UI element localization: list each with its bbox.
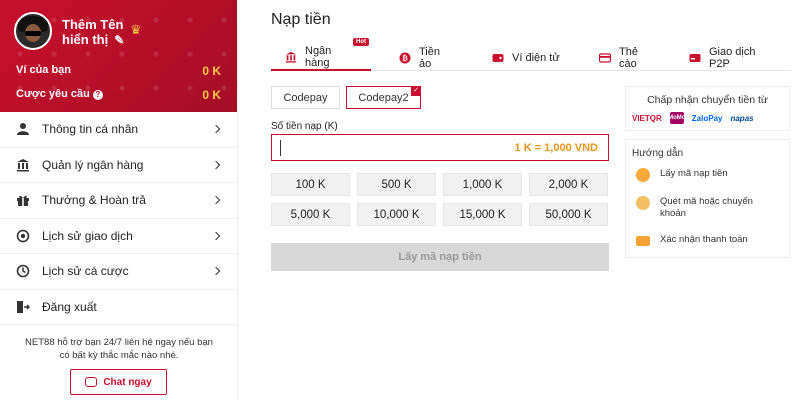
wallet-label: Ví của bạn bbox=[16, 64, 72, 76]
checkmark-icon: ✓ bbox=[411, 86, 421, 96]
accepted-methods-panel: Chấp nhận chuyển tiền từ VIETQR MoMo Zal… bbox=[625, 86, 790, 131]
svg-text:₿: ₿ bbox=[402, 54, 408, 62]
provider-tabs: Codepay Codepay2 ✓ bbox=[271, 86, 421, 109]
sidebar-item-logout[interactable]: Đăng xuất bbox=[0, 290, 237, 325]
zalopay-logo: ZaloPay bbox=[691, 113, 723, 123]
bank-icon bbox=[16, 158, 30, 172]
tab-ewallet[interactable]: Ví điện tử bbox=[468, 44, 575, 71]
edit-pencil-icon[interactable]: ✎ bbox=[114, 33, 124, 47]
exchange-rate: 1 K = 1,000 VND bbox=[514, 142, 598, 154]
chat-icon bbox=[85, 377, 98, 387]
user-icon bbox=[16, 122, 30, 136]
sidebar-item-label: Quản lý ngân hàng bbox=[42, 157, 144, 172]
bank-icon bbox=[285, 51, 297, 63]
chevron-right-icon bbox=[211, 196, 221, 205]
tab-crypto[interactable]: ₿ Tiền ảo bbox=[371, 44, 468, 71]
wallet-value: 0 K bbox=[202, 64, 221, 78]
tab-label: Thẻ cào bbox=[619, 45, 638, 70]
amount-field[interactable]: 1 K = 1,000 VND bbox=[271, 134, 609, 161]
tab-p2p[interactable]: Giao dịch P2P bbox=[667, 44, 785, 71]
sidebar: Thêm Tên hiển thị ✎ ♛ Ví của bạn 0 K Cược… bbox=[0, 0, 238, 400]
guide-step-text: Quét mã hoặc chuyển khoản bbox=[660, 196, 753, 219]
tab-label: Ví điện tử bbox=[512, 51, 560, 64]
guide-title: Hướng dẫn bbox=[632, 148, 684, 159]
wallet-row: Ví của bạn 0 K bbox=[16, 64, 221, 78]
quick-amount-button[interactable]: 5,000 K bbox=[271, 203, 350, 226]
bet-requirement-row: Cược yêu cầu? 0 K bbox=[16, 88, 221, 102]
payment-card-icon bbox=[636, 236, 650, 246]
quick-amount-button[interactable]: 15,000 K bbox=[443, 203, 522, 226]
get-deposit-code-button[interactable]: Lấy mã nạp tiền bbox=[271, 243, 609, 271]
chat-now-button[interactable]: Chat ngay bbox=[70, 369, 167, 395]
sidebar-item-rewards[interactable]: Thưởng & Hoàn trả bbox=[0, 183, 237, 219]
bet-requirement-label: Cược yêu cầu bbox=[16, 88, 90, 100]
display-name-line1: Thêm Tên bbox=[62, 17, 124, 32]
gift-icon bbox=[16, 193, 30, 207]
quick-amount-button[interactable]: 10,000 K bbox=[357, 203, 436, 226]
quick-amount-button[interactable]: 100 K bbox=[271, 173, 350, 196]
tab-label: Giao dịch P2P bbox=[709, 45, 756, 70]
guide-step-text: Xác nhận thanh toán bbox=[660, 234, 748, 245]
subtab-codepay[interactable]: Codepay bbox=[271, 86, 340, 109]
sidebar-item-label: Đăng xuất bbox=[42, 299, 97, 314]
subtab-label: Codepay2 bbox=[358, 91, 409, 104]
quick-amount-button[interactable]: 1,000 K bbox=[443, 173, 522, 196]
amount-input[interactable] bbox=[280, 140, 480, 156]
vietqr-logo: VIETQR bbox=[632, 113, 662, 123]
quick-amount-button[interactable]: 50,000 K bbox=[529, 203, 608, 226]
sidebar-item-label: Lịch sử cá cược bbox=[42, 264, 129, 279]
p2p-card-icon bbox=[689, 52, 701, 64]
deposit-method-tabs: Ngân hàng Hot ₿ Tiền ảo Ví điện tử Thẻ c… bbox=[271, 38, 791, 71]
chevron-right-icon bbox=[211, 267, 221, 276]
guide-step-text: Lấy mã nạp tiền bbox=[660, 168, 728, 179]
sidebar-menu: Thông tin cá nhân Quản lý ngân hàng Thưở… bbox=[0, 112, 237, 325]
bet-requirement-value: 0 K bbox=[202, 88, 221, 102]
support-text: NET88 hỗ trợ bạn 24/7 liên hệ ngay nếu b… bbox=[25, 337, 213, 361]
bitcoin-icon: ₿ bbox=[399, 52, 411, 64]
tab-label: Tiền ảo bbox=[419, 45, 440, 70]
page-title: Nạp tiền bbox=[271, 11, 331, 28]
tab-scratch-card[interactable]: Thẻ cào bbox=[575, 44, 667, 71]
accepted-methods-title: Chấp nhận chuyển tiền từ bbox=[647, 94, 768, 106]
sidebar-item-bank[interactable]: Quản lý ngân hàng bbox=[0, 148, 237, 183]
avatar[interactable] bbox=[14, 12, 52, 50]
guide-panel: Hướng dẫn Lấy mã nạp tiền Quét mã hoặc c… bbox=[625, 139, 790, 258]
sidebar-item-label: Thưởng & Hoàn trả bbox=[42, 193, 146, 208]
subtab-codepay2[interactable]: Codepay2 ✓ bbox=[346, 86, 421, 109]
code-icon bbox=[636, 168, 650, 182]
hot-badge: Hot bbox=[353, 38, 369, 46]
momo-logo: MoMo bbox=[668, 112, 685, 124]
sidebar-item-bet-history[interactable]: Lịch sử cá cược bbox=[0, 254, 237, 290]
amount-label: Số tiền nạp (K) bbox=[271, 121, 338, 132]
quick-amount-button[interactable]: 500 K bbox=[357, 173, 436, 196]
tab-label: Ngân hàng bbox=[305, 44, 332, 69]
chevron-right-icon bbox=[211, 160, 221, 169]
sidebar-item-profile[interactable]: Thông tin cá nhân bbox=[0, 112, 237, 148]
tab-bank[interactable]: Ngân hàng Hot bbox=[271, 38, 371, 71]
chevron-right-icon bbox=[211, 125, 221, 134]
napas-logo: napas bbox=[730, 113, 754, 123]
wallet-icon bbox=[492, 52, 504, 64]
guide-step: Xác nhận thanh toán bbox=[636, 234, 770, 246]
guide-step: Lấy mã nạp tiền bbox=[636, 168, 770, 182]
sidebar-item-label: Thông tin cá nhân bbox=[42, 122, 139, 137]
payment-logos: VIETQR MoMo ZaloPay napas bbox=[632, 112, 754, 124]
scan-icon bbox=[636, 196, 650, 210]
profile-card: Thêm Tên hiển thị ✎ ♛ Ví của bạn 0 K Cược… bbox=[0, 0, 237, 112]
crown-icon: ♛ bbox=[130, 22, 142, 37]
bet-history-icon bbox=[16, 264, 30, 278]
logout-icon bbox=[16, 300, 30, 314]
help-icon[interactable]: ? bbox=[92, 90, 103, 100]
sidebar-item-transaction-history[interactable]: Lịch sử giao dịch bbox=[0, 219, 237, 254]
quick-amount-grid: 100 K 500 K 1,000 K 2,000 K 5,000 K 10,0… bbox=[271, 173, 609, 226]
display-name-line2[interactable]: hiển thị ✎ bbox=[62, 32, 124, 47]
sidebar-item-label: Lịch sử giao dịch bbox=[42, 228, 133, 243]
chevron-right-icon bbox=[211, 231, 221, 240]
guide-step: Quét mã hoặc chuyển khoản bbox=[636, 196, 770, 220]
history-icon bbox=[16, 229, 30, 243]
chat-now-label: Chat ngay bbox=[103, 376, 152, 388]
card-icon bbox=[599, 52, 611, 64]
quick-amount-button[interactable]: 2,000 K bbox=[529, 173, 608, 196]
